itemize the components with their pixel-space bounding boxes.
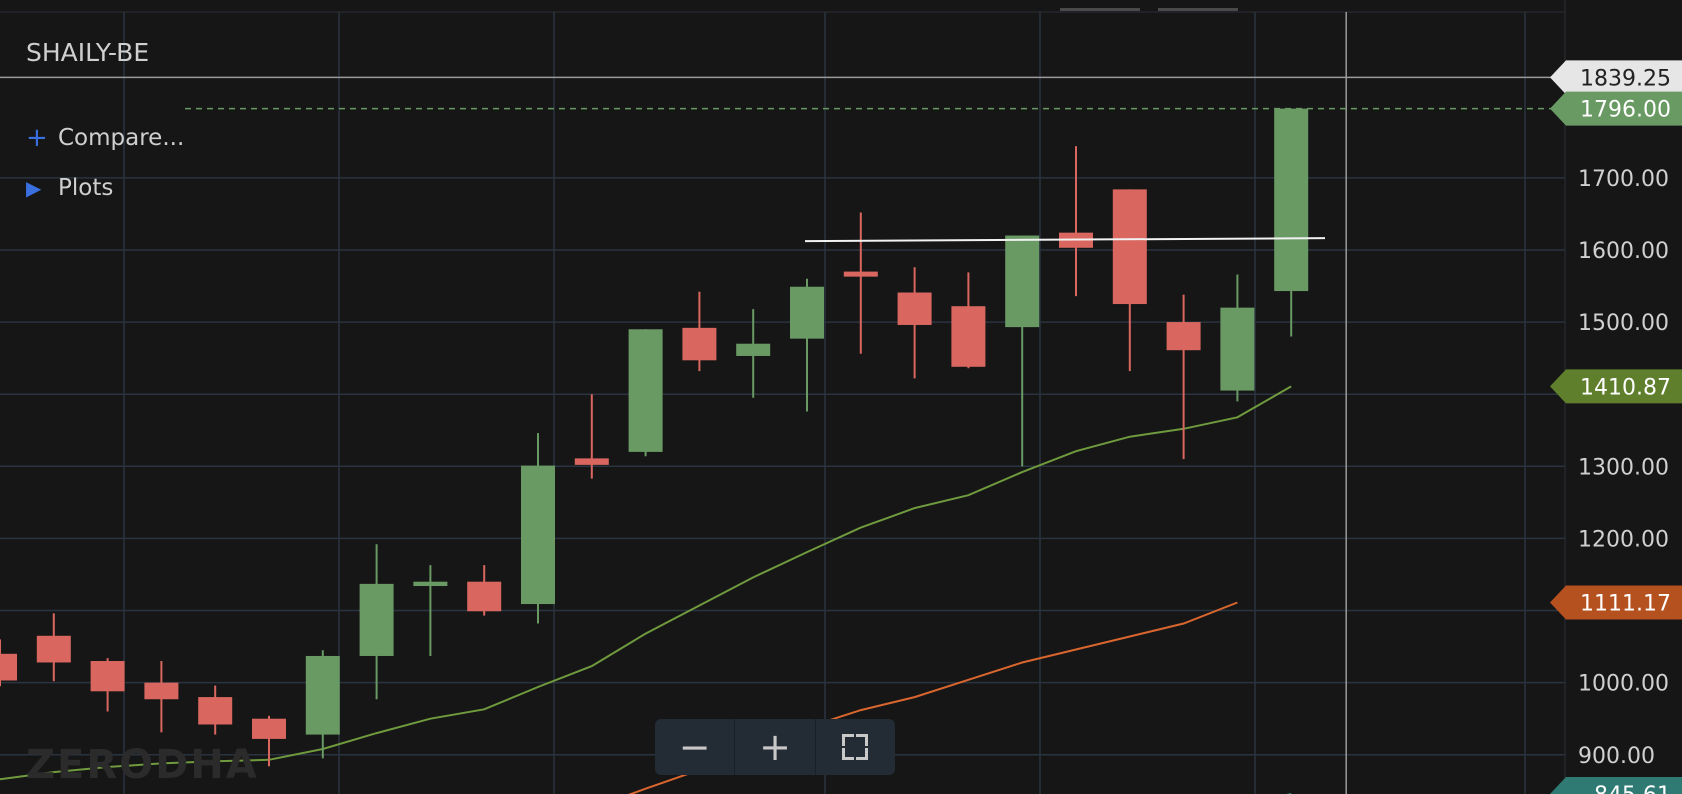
candle-body — [682, 327, 717, 361]
price-tag: 1410.87 — [1550, 369, 1682, 404]
candle-body — [90, 661, 125, 692]
candle-body — [144, 682, 179, 700]
candle-body — [305, 655, 340, 735]
price-tag-label: 1111.17 — [1580, 591, 1671, 616]
price-axis: 900.00 1000.00 1200.00 1300.00 1500.00 1600.0… — [1550, 0, 1682, 794]
price-tag: 845.61 — [1550, 777, 1682, 794]
plots-toggle[interactable]: ▶ Plots — [26, 175, 113, 201]
candle-body — [1112, 189, 1147, 305]
candle — [1005, 235, 1040, 467]
candle-body — [1274, 108, 1309, 292]
candle — [897, 267, 932, 379]
zoom-out-button[interactable]: − — [655, 719, 736, 775]
candle — [628, 329, 663, 457]
candle — [790, 278, 824, 412]
chart-overlays — [0, 8, 1565, 794]
candle — [0, 639, 17, 687]
y-tick-label: 1000.00 — [1578, 672, 1669, 697]
compare-button[interactable]: + Compare... — [26, 123, 184, 153]
candle-body — [0, 653, 17, 681]
plots-label: Plots — [58, 175, 114, 201]
price-chart[interactable]: 900.00 1000.00 1200.00 1300.00 1500.00 1600.0… — [0, 0, 1682, 794]
compare-label: Compare... — [58, 125, 185, 151]
y-tick-label: 1200.00 — [1578, 527, 1669, 552]
scroll-marker — [1158, 8, 1238, 11]
fullscreen-icon — [842, 734, 869, 760]
candle — [843, 212, 878, 354]
candle-body — [521, 465, 555, 605]
candle-body — [359, 583, 394, 656]
symbol-name: SHAILY-BE — [26, 38, 150, 67]
candle — [682, 291, 717, 372]
price-tag-label: 1410.87 — [1580, 375, 1671, 400]
candle — [1059, 146, 1093, 297]
candle — [359, 544, 394, 700]
candle-body — [790, 286, 824, 339]
candle-body — [36, 635, 71, 663]
y-tick-label: 1300.00 — [1578, 455, 1669, 480]
candle — [36, 613, 71, 682]
candle — [1112, 189, 1147, 372]
candle-body — [574, 458, 609, 465]
candle — [198, 685, 233, 735]
candle-body — [1005, 235, 1040, 328]
candle — [1220, 274, 1255, 402]
candle — [90, 658, 125, 712]
candle — [1166, 294, 1201, 460]
y-tick-label: 1600.00 — [1578, 239, 1669, 264]
price-tag: 1796.00 — [1550, 91, 1682, 126]
price-tag-label: 1796.00 — [1580, 98, 1671, 123]
price-tag-label: 845.61 — [1594, 783, 1671, 794]
candle-body — [897, 292, 932, 325]
candle — [467, 565, 502, 616]
candle — [144, 661, 179, 733]
candle — [521, 433, 555, 624]
price-tag-label: 1839.25 — [1580, 66, 1671, 91]
zoom-toolbar: − + — [655, 719, 895, 775]
candle-body — [843, 271, 878, 277]
candle-body — [198, 697, 233, 725]
fullscreen-button[interactable] — [816, 719, 895, 775]
candle-body — [1166, 322, 1201, 351]
candle — [951, 272, 986, 369]
triangle-right-icon: ▶ — [26, 176, 42, 200]
candle-body — [951, 306, 986, 367]
candle-body — [467, 581, 502, 612]
price-tag: 1111.17 — [1550, 585, 1682, 620]
price-tag: 1839.25 — [1550, 60, 1682, 95]
candle-body — [736, 343, 771, 356]
candle-body — [1220, 307, 1255, 391]
candle — [1274, 108, 1309, 337]
plus-icon: + — [26, 123, 48, 153]
scroll-marker — [1060, 8, 1140, 11]
chart-grid — [0, 11, 1565, 794]
y-tick-label: 1500.00 — [1578, 311, 1669, 336]
watermark-logo: ZERODHA — [26, 742, 259, 788]
candlesticks — [0, 108, 1309, 767]
candle-body — [252, 718, 286, 739]
zoom-in-button[interactable]: + — [735, 719, 816, 775]
candle — [305, 650, 340, 759]
candle-body — [413, 581, 448, 587]
candle-body — [628, 329, 663, 452]
y-tick-label: 1700.00 — [1578, 167, 1669, 192]
y-tick-label: 900.00 — [1578, 744, 1655, 769]
